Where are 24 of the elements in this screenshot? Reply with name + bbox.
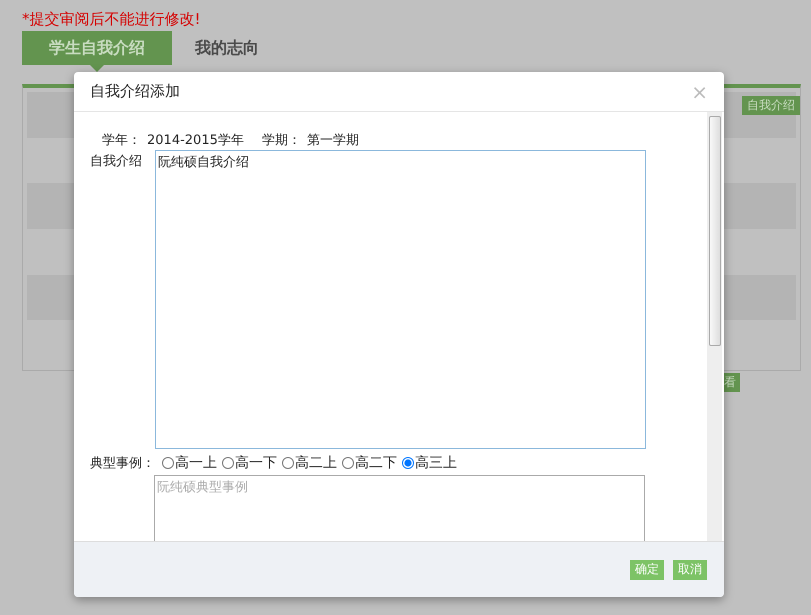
- field-label: 自我介绍: [90, 153, 143, 171]
- radio-button[interactable]: [222, 457, 234, 469]
- radio-label[interactable]: 高三上: [415, 454, 457, 472]
- radio-button[interactable]: [282, 457, 294, 469]
- field-value: 2014-2015学年: [147, 132, 244, 149]
- field-label: 典型事例：: [90, 455, 155, 472]
- input-field[interactable]: 阮纯硕典型事例: [154, 475, 645, 541]
- radio-label[interactable]: 高一上: [175, 454, 217, 472]
- field-value: 第一学期: [306, 132, 359, 149]
- add-button[interactable]: 自我介绍: [742, 96, 800, 115]
- input-field[interactable]: 阮纯硕自我介绍: [155, 150, 646, 449]
- radio-label[interactable]: 高二下: [355, 454, 397, 472]
- radio-button[interactable]: [162, 457, 174, 469]
- tab[interactable]: 我的志向: [172, 31, 282, 65]
- scrollbar[interactable]: [707, 112, 722, 541]
- dialog-title: 自我介绍添加: [90, 82, 180, 101]
- field-label: 学年：: [102, 132, 141, 149]
- radio-label[interactable]: 高一下: [235, 454, 277, 472]
- tab[interactable]: 学生自我介绍: [22, 31, 172, 65]
- field-label: 学期：: [262, 132, 301, 149]
- warning-text: *提交审阅后不能进行修改!: [22, 10, 202, 30]
- radio-label[interactable]: 高二上: [295, 454, 337, 472]
- radio-button[interactable]: [402, 457, 414, 469]
- radio-button[interactable]: [342, 457, 354, 469]
